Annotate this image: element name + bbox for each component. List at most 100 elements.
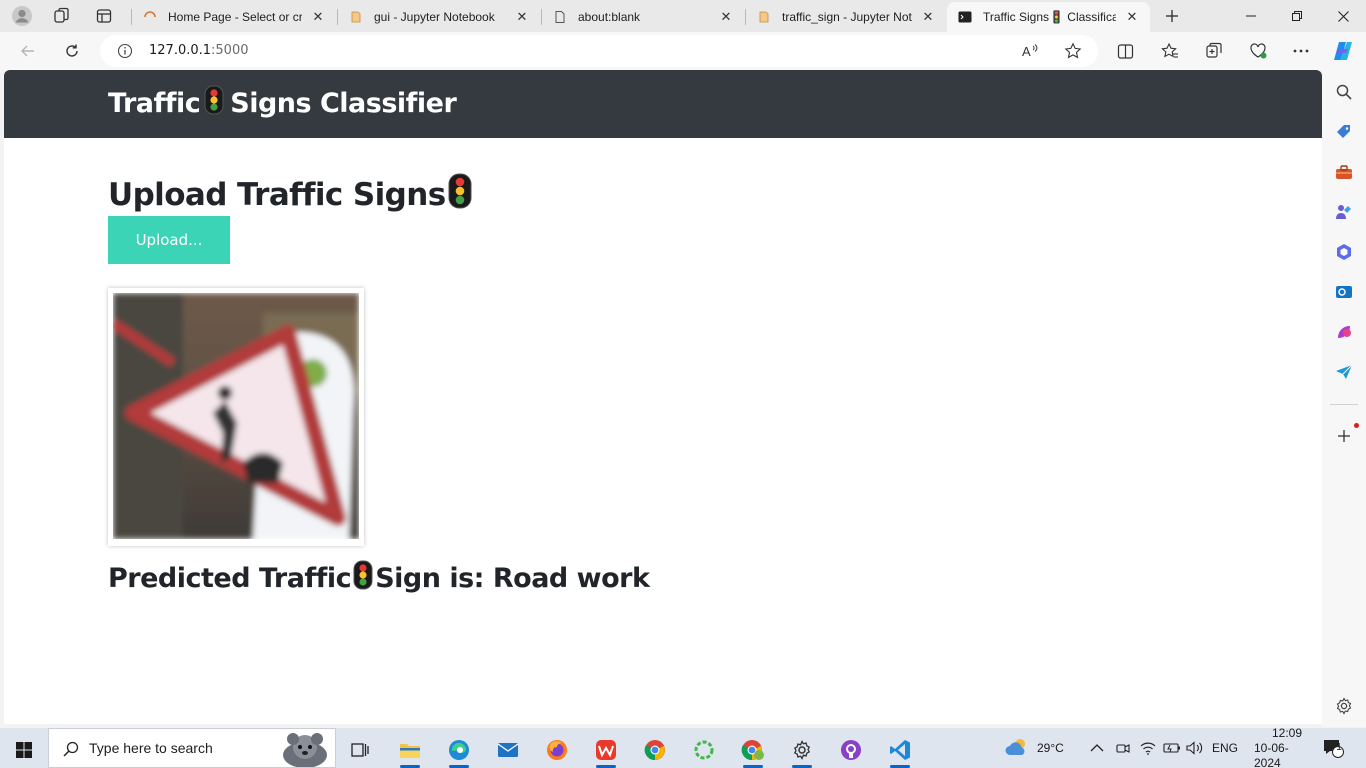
clock-time: 12:09 <box>1271 725 1302 740</box>
brand-text-left: Traffic <box>108 88 201 119</box>
network-wifi-icon[interactable] <box>1140 728 1156 768</box>
tab-title: Home Page - Select or cre <box>168 10 302 24</box>
restore-button[interactable] <box>1274 0 1320 32</box>
taskbar-search-box[interactable]: Type here to search <box>48 728 336 768</box>
svg-text:A: A <box>1022 44 1031 59</box>
tab-traffic-sign-jupyter[interactable]: traffic_sign - Jupyter Note ✕ <box>746 2 946 32</box>
uploaded-image-preview <box>108 288 364 546</box>
send-icon[interactable] <box>1332 360 1356 384</box>
github-desktop-icon[interactable] <box>831 732 871 768</box>
settings-gear-icon[interactable] <box>1332 694 1356 718</box>
language-indicator[interactable]: ENG <box>1212 728 1238 768</box>
volume-icon[interactable] <box>1186 728 1204 768</box>
browser-essentials-icon[interactable] <box>1244 37 1272 65</box>
brand-text-right: Signs Classifier <box>230 88 457 119</box>
favorite-star-icon[interactable] <box>1064 42 1082 65</box>
upload-heading-text: Upload Traffic Signs <box>108 177 446 213</box>
read-aloud-icon[interactable]: A <box>1022 43 1040 64</box>
url-port: :5000 <box>211 43 249 58</box>
weather-temperature: 29°C <box>1037 741 1064 755</box>
prediction-heading: Predicted Traffic Sign is: Road work <box>108 560 650 597</box>
refresh-button[interactable] <box>58 37 86 65</box>
tab-about-blank[interactable]: about:blank ✕ <box>542 2 744 32</box>
search-icon <box>63 741 79 762</box>
profile-icon[interactable] <box>10 4 34 28</box>
task-view-icon[interactable] <box>340 732 380 768</box>
tab-traffic-signs-classification[interactable]: Traffic Signs🚦 Classificatio ✕ <box>947 2 1150 32</box>
tab-title: traffic_sign - Jupyter Note <box>782 10 912 24</box>
sidebar-divider <box>1330 404 1358 405</box>
prediction-result: Sign is: Road work <box>375 563 650 594</box>
games-icon[interactable] <box>1332 200 1356 224</box>
copilot-icon[interactable] <box>1329 37 1357 65</box>
favorites-icon[interactable] <box>1156 37 1184 65</box>
search-icon[interactable] <box>1332 80 1356 104</box>
jupyter-loader-icon[interactable] <box>684 732 724 768</box>
tab-title: gui - Jupyter Notebook <box>374 10 495 24</box>
tab-title: about:blank <box>578 10 641 24</box>
language-text: ENG <box>1212 741 1239 755</box>
battery-icon[interactable] <box>1163 728 1181 768</box>
navbar-brand[interactable]: Traffic Signs Classifier <box>108 85 457 122</box>
settings-gear-icon[interactable] <box>782 732 822 768</box>
designer-icon[interactable] <box>1332 320 1356 344</box>
microsoft-365-icon[interactable] <box>1332 240 1356 264</box>
traffic-light-icon <box>204 85 224 122</box>
url-host: 127.0.0.1 <box>149 43 212 58</box>
terminal-icon <box>957 9 973 25</box>
close-tab-icon[interactable]: ✕ <box>920 9 936 25</box>
tab-gui-jupyter[interactable]: gui - Jupyter Notebook ✕ <box>338 2 540 32</box>
page-viewport: Traffic Signs Classifier Upload Traffic … <box>4 70 1322 724</box>
url-text[interactable]: 127.0.0.1:5000 <box>149 43 249 58</box>
jupyter-icon <box>756 9 772 25</box>
loading-spinner-icon <box>142 9 158 25</box>
windows-start-icon[interactable] <box>4 732 44 768</box>
weather-widget[interactable]: 29°C <box>1005 728 1064 768</box>
show-hidden-icons-icon[interactable] <box>1090 728 1104 768</box>
wps-office-icon[interactable] <box>586 732 626 768</box>
chrome-icon[interactable] <box>635 732 675 768</box>
vertical-tabs-icon[interactable] <box>92 4 116 28</box>
mail-icon[interactable] <box>488 732 528 768</box>
split-screen-icon[interactable] <box>1111 37 1139 65</box>
close-tab-icon[interactable]: ✕ <box>718 9 734 25</box>
firefox-icon[interactable] <box>537 732 577 768</box>
shopping-tag-icon[interactable] <box>1332 120 1356 144</box>
add-icon[interactable] <box>1332 424 1356 448</box>
tools-icon[interactable] <box>1332 160 1356 184</box>
upload-button[interactable]: Upload... <box>108 216 230 264</box>
edge-browser-icon[interactable] <box>439 732 479 768</box>
minimize-button[interactable] <box>1228 0 1274 32</box>
file-explorer-icon[interactable] <box>390 732 430 768</box>
meet-now-icon[interactable] <box>1116 728 1130 768</box>
jupyter-icon <box>348 9 364 25</box>
vscode-icon[interactable] <box>880 732 920 768</box>
clock[interactable]: 12:09 10-06-2024 <box>1254 725 1302 768</box>
tab-home-page[interactable]: Home Page - Select or cre ✕ <box>132 2 336 32</box>
road-work-sign-image <box>113 293 359 539</box>
close-tab-icon[interactable]: ✕ <box>310 9 326 25</box>
search-highlight-image <box>271 731 333 768</box>
browser-toolbar: 127.0.0.1:5000 A <box>0 32 1366 70</box>
workspaces-icon[interactable] <box>50 4 74 28</box>
search-placeholder: Type here to search <box>89 740 213 756</box>
weather-cloud-icon <box>1005 737 1031 760</box>
more-options-icon[interactable] <box>1287 37 1315 65</box>
close-window-button[interactable] <box>1320 0 1366 32</box>
back-button[interactable] <box>14 37 42 65</box>
upload-heading: Upload Traffic Signs <box>108 173 472 217</box>
address-bar[interactable]: 127.0.0.1:5000 A <box>100 35 1098 67</box>
info-icon[interactable] <box>117 43 133 64</box>
tab-title: Traffic Signs🚦 Classificatio <box>983 10 1116 24</box>
site-navbar: Traffic Signs Classifier <box>4 70 1322 138</box>
close-tab-icon[interactable]: ✕ <box>514 9 530 25</box>
collections-icon[interactable] <box>1200 37 1228 65</box>
notification-center-icon[interactable]: 1 <box>1322 728 1344 768</box>
chrome-profile-icon[interactable] <box>733 732 773 768</box>
new-tab-icon[interactable] <box>1160 4 1184 28</box>
outlook-icon[interactable] <box>1332 280 1356 304</box>
notification-dot <box>1354 423 1359 428</box>
edge-sidebar <box>1322 70 1366 727</box>
prediction-prefix: Predicted Traffic <box>108 563 352 594</box>
close-tab-icon[interactable]: ✕ <box>1124 9 1140 25</box>
